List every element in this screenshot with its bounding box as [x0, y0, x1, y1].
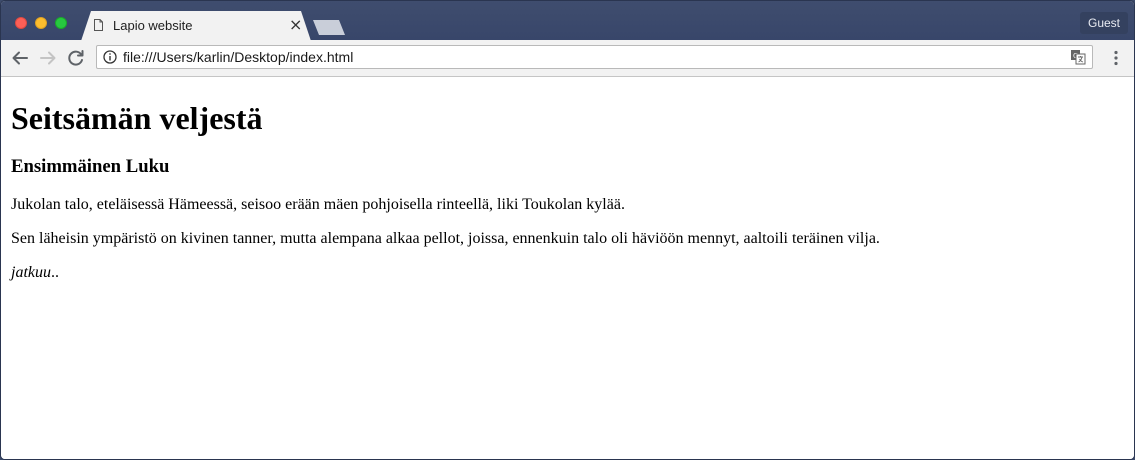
- paragraph-1: Jukolan talo, eteläisessä Hämeessä, seis…: [11, 196, 625, 213]
- tab-close-button[interactable]: ×: [289, 15, 302, 35]
- minimize-window-button[interactable]: [35, 17, 47, 29]
- browser-window: Lapio website × Guest file:///Users/karl…: [0, 0, 1135, 460]
- title-bar: Lapio website × Guest: [1, 1, 1134, 41]
- continue-ellipsis: ..: [51, 264, 59, 281]
- arrow-left-icon[interactable]: [11, 49, 29, 67]
- translate-icon[interactable]: G: [1070, 49, 1086, 65]
- chapter-heading: Ensimmäinen Luku: [11, 156, 170, 177]
- new-tab-button[interactable]: [313, 20, 345, 35]
- continue-text: jatkuu..: [11, 264, 1124, 282]
- profile-button[interactable]: Guest: [1079, 12, 1128, 34]
- page-content: Seitsämän veljestä Ensimmäinen Luku Juko…: [1, 77, 1134, 459]
- browser-toolbar: file:///Users/karlin/Desktop/index.html …: [1, 40, 1134, 77]
- continue-emphasis: jatkuu: [11, 264, 51, 281]
- arrow-right-icon[interactable]: [39, 49, 57, 67]
- kebab-menu-icon[interactable]: [1108, 49, 1124, 67]
- maximize-window-button[interactable]: [55, 17, 67, 29]
- url-text[interactable]: file:///Users/karlin/Desktop/index.html: [123, 49, 353, 65]
- document-icon: [94, 19, 103, 31]
- info-icon[interactable]: [103, 50, 117, 64]
- reload-icon[interactable]: [67, 49, 85, 67]
- tab-active[interactable]: Lapio website ×: [81, 11, 311, 41]
- address-bar[interactable]: file:///Users/karlin/Desktop/index.html …: [96, 45, 1093, 69]
- page-heading: Seitsämän veljestä: [11, 100, 263, 136]
- paragraph-2: Sen läheisin ympäristö on kivinen tanner…: [11, 230, 880, 247]
- close-window-button[interactable]: [15, 17, 27, 29]
- tab-title: Lapio website: [113, 18, 193, 33]
